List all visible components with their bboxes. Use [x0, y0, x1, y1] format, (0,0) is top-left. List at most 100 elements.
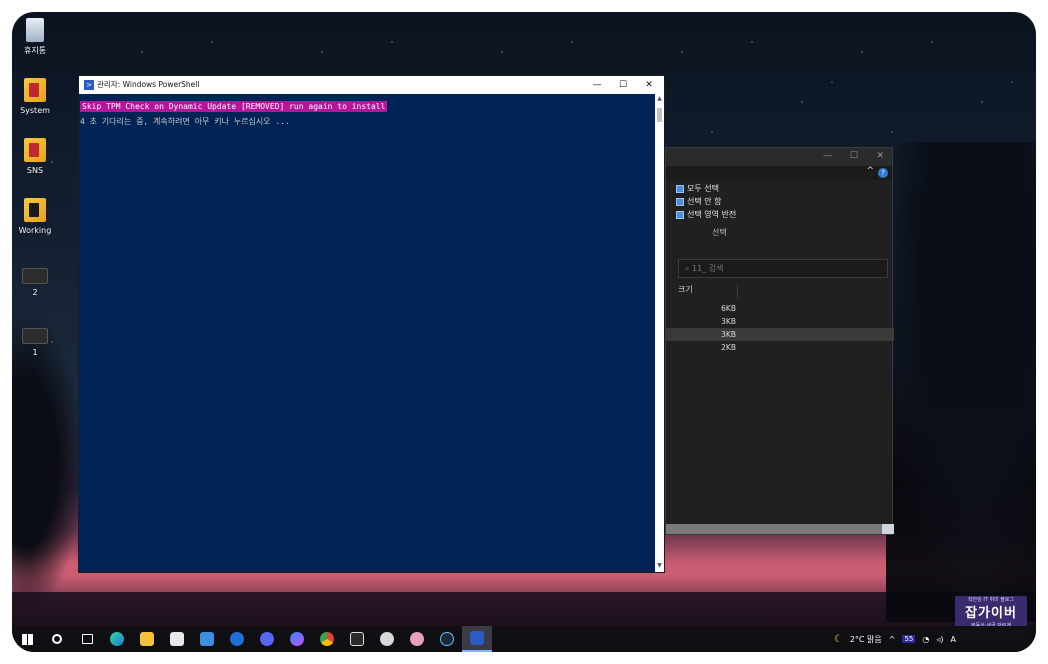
messenger-icon	[290, 632, 304, 646]
desktop-icon-label: 2	[32, 288, 38, 297]
size-column-header[interactable]: 크기	[678, 284, 738, 298]
vertical-scrollbar[interactable]: ▲ ▼	[655, 94, 664, 572]
taskbar-settings[interactable]	[372, 626, 402, 652]
weather-moon-icon: ☾	[833, 633, 843, 645]
search-icon: ⌕	[685, 264, 693, 273]
store-icon	[170, 632, 184, 646]
powershell-titlebar[interactable]: > 관리자: Windows PowerShell — ☐ ✕	[79, 76, 664, 94]
explorer-titlebar[interactable]: — ☐ ✕	[666, 148, 892, 166]
mail-icon	[200, 632, 214, 646]
task-view-button[interactable]	[72, 626, 102, 652]
desktop-icon-2[interactable]: 2	[13, 268, 57, 298]
scroll-down-icon[interactable]: ▼	[655, 562, 664, 571]
powershell-icon: >	[84, 80, 94, 90]
taskbar-store[interactable]	[162, 626, 192, 652]
horizontal-scrollbar[interactable]	[666, 524, 894, 534]
maximize-button[interactable]: ☐	[614, 76, 632, 94]
volume-icon[interactable]: ◃)	[936, 635, 943, 644]
windows-icon	[21, 633, 33, 645]
epic-games-icon	[350, 632, 364, 646]
taskbar: ☾ 2°C 맑음 ^ 55 ◔ ◃) A	[12, 626, 1036, 652]
scroll-up-icon[interactable]: ▲	[655, 95, 664, 104]
folder-icon	[24, 198, 46, 222]
desktop-icon-label: 휴지통	[23, 46, 47, 55]
taskbar-edge[interactable]	[102, 626, 132, 652]
menu-label: 선택 영역 반전	[687, 210, 737, 219]
minimize-button[interactable]: —	[588, 76, 606, 94]
taskbar-explorer[interactable]	[132, 626, 162, 652]
desktop-icon-sns[interactable]: SNS	[13, 138, 57, 176]
select-all-icon	[676, 184, 684, 193]
folder-icon	[24, 138, 46, 162]
select-all-button[interactable]: 모두 선택	[676, 182, 882, 195]
steam-icon	[440, 632, 454, 646]
collapse-ribbon-icon[interactable]: ^	[866, 166, 874, 176]
search-button[interactable]	[42, 626, 72, 652]
desktop-icon-label: SNS	[26, 166, 44, 175]
taskbar-mail[interactable]	[192, 626, 222, 652]
desktop-icon-1[interactable]: 1	[13, 328, 57, 358]
ime-indicator[interactable]: A	[951, 635, 956, 644]
view-toggle-icon[interactable]	[882, 524, 894, 534]
select-none-button[interactable]: 선택 안 함	[676, 195, 882, 208]
recycle-bin-icon	[26, 18, 44, 42]
task-view-icon	[81, 634, 93, 644]
thumbnail-icon	[22, 268, 48, 284]
invert-selection-button[interactable]: 선택 영역 반전	[676, 208, 882, 221]
powershell-window: > 관리자: Windows PowerShell — ☐ ✕ Skip TPM…	[78, 75, 665, 573]
desktop-icon-working[interactable]: Working	[13, 198, 57, 236]
discord-icon	[260, 632, 274, 646]
console-output[interactable]: Skip TPM Check on Dynamic Update [REMOVE…	[79, 94, 664, 134]
desktop-icon-label: Working	[18, 226, 52, 235]
help-icon[interactable]: ?	[878, 168, 888, 178]
file-row-size[interactable]: 2KB	[666, 341, 894, 354]
weather-text[interactable]: 2°C 맑음	[850, 634, 882, 645]
app-icon	[230, 632, 244, 646]
tray-badge[interactable]: 55	[902, 635, 916, 643]
ribbon-bar: ^ ?	[666, 166, 892, 180]
file-row-size[interactable]: 3KB	[666, 315, 894, 328]
select-none-icon	[676, 197, 684, 206]
folder-icon	[140, 632, 154, 646]
file-list: 6KB 3KB 3KB 2KB	[666, 302, 894, 354]
tree-silhouette	[886, 142, 1036, 622]
taskbar-steam[interactable]	[432, 626, 462, 652]
minimize-button[interactable]: —	[823, 151, 832, 161]
folder-icon	[24, 78, 46, 102]
taskbar-chrome[interactable]	[312, 626, 342, 652]
desktop-icon-recycle-bin[interactable]: 휴지통	[13, 18, 57, 56]
window-title: 관리자: Windows PowerShell	[97, 80, 200, 89]
gear-icon	[380, 632, 394, 646]
invert-selection-icon	[676, 210, 684, 219]
taskbar-powershell[interactable]	[462, 626, 492, 652]
system-tray: ☾ 2°C 맑음 ^ 55 ◔ ◃) A	[834, 634, 1036, 645]
console-line-prompt: 4 초 기다리는 중, 계속하려면 아무 키나 누르십시오 ...	[80, 117, 290, 126]
search-input[interactable]: ⌕ 11_ 검색	[678, 259, 888, 278]
search-icon	[52, 634, 62, 644]
file-row-size[interactable]: 6KB	[666, 302, 894, 315]
scroll-thumb[interactable]	[657, 108, 662, 122]
desktop-screen: 휴지통 System SNS Working 2 1 — ☐ ✕ ^ ? 모두 …	[12, 12, 1036, 652]
menu-label: 모두 선택	[687, 184, 719, 193]
chevron-up-icon[interactable]: ^	[889, 635, 896, 644]
start-button[interactable]	[12, 626, 42, 652]
watermark-main: 잡가이버	[965, 606, 1017, 621]
taskbar-messenger[interactable]	[282, 626, 312, 652]
taskbar-paint[interactable]	[402, 626, 432, 652]
network-icon[interactable]: ◔	[922, 635, 929, 644]
taskbar-discord[interactable]	[252, 626, 282, 652]
maximize-button[interactable]: ☐	[850, 151, 858, 161]
chrome-icon	[320, 632, 334, 646]
desktop-icon-label: 1	[32, 348, 38, 357]
taskbar-app-blue[interactable]	[222, 626, 252, 652]
ribbon-group-label: 선택	[712, 228, 727, 237]
desktop-icon-system[interactable]: System	[13, 78, 57, 116]
close-button[interactable]: ✕	[640, 76, 658, 94]
powershell-icon	[470, 631, 484, 645]
file-row-size-selected[interactable]: 3KB	[666, 328, 894, 341]
explorer-window: — ☐ ✕ ^ ? 모두 선택 선택 안 함 선택 영역 반전 선택 ⌕ 11_	[665, 147, 894, 535]
watermark-top: 착한킹 IT 취미 블로그	[967, 597, 1015, 603]
close-button[interactable]: ✕	[876, 151, 884, 161]
edge-icon	[110, 632, 124, 646]
taskbar-epic[interactable]	[342, 626, 372, 652]
